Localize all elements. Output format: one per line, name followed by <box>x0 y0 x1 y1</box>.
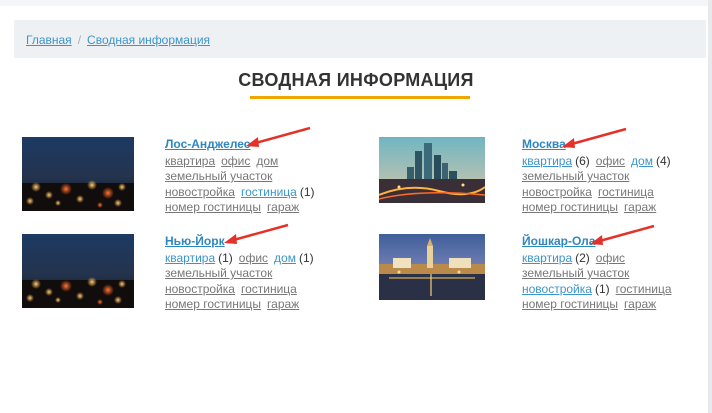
property-row: новостройка гостиница <box>522 185 677 201</box>
property-type-link[interactable]: дом <box>274 251 296 265</box>
arrow-icon <box>590 224 655 245</box>
arrow-icon <box>246 126 311 147</box>
property-type-link[interactable]: гараж <box>624 297 656 311</box>
property-type-link[interactable]: квартира <box>522 251 572 265</box>
property-row: квартира (1) офис дом (1) <box>165 251 320 267</box>
property-type-link[interactable]: офис <box>596 154 625 168</box>
property-type-link[interactable]: номер гостиницы <box>165 200 261 214</box>
property-type-link[interactable]: новостройка <box>165 185 235 199</box>
title-underline <box>250 96 470 99</box>
property-type-link[interactable]: офис <box>221 154 250 168</box>
property-type-link[interactable]: офис <box>239 251 268 265</box>
property-row: земельный участок <box>522 169 677 185</box>
property-type-link[interactable]: гараж <box>624 200 656 214</box>
city-card-moscow: Москва квартира (6) офис дом (4) земельный уч… <box>379 137 679 217</box>
breadcrumb-separator: / <box>77 33 82 47</box>
property-type-link[interactable]: номер гостиницы <box>522 297 618 311</box>
property-row: новостройка (1) гостиница <box>522 282 678 298</box>
city-card-los-angeles: Лос-Анджелес квартира офис дом земельный уч… <box>22 137 322 217</box>
breadcrumb-current-link[interactable]: Сводная информация <box>87 33 210 47</box>
property-type-link[interactable]: новостройка <box>165 282 235 296</box>
property-type-link[interactable]: гостиница <box>616 282 672 296</box>
property-row: земельный участок <box>165 266 320 282</box>
property-type-link[interactable]: гостиница <box>241 185 297 199</box>
breadcrumb: Главная / Сводная информация <box>14 20 706 58</box>
listing-count: (1) <box>299 184 315 199</box>
listing-count: (1) <box>298 250 314 265</box>
page-title: СВОДНАЯ ИНФОРМАЦИЯ <box>238 70 474 90</box>
property-type-link[interactable]: гостиница <box>241 282 297 296</box>
property-type-link[interactable]: земельный участок <box>522 266 629 280</box>
listing-count: (2) <box>575 250 590 265</box>
property-type-link[interactable]: номер гостиницы <box>522 200 618 214</box>
property-type-link[interactable]: земельный участок <box>522 169 629 183</box>
city-image[interactable] <box>22 137 134 211</box>
property-type-link[interactable]: земельный участок <box>165 266 272 280</box>
property-row: квартира (6) офис дом (4) <box>522 154 677 170</box>
city-image[interactable] <box>379 234 485 300</box>
property-type-link[interactable]: дом <box>631 154 653 168</box>
property-type-link[interactable]: квартира <box>522 154 572 168</box>
property-type-link[interactable]: номер гостиницы <box>165 297 261 311</box>
property-row: номер гостиницы гараж <box>165 200 321 216</box>
property-type-link[interactable]: новостройка <box>522 185 592 199</box>
property-type-link[interactable]: гостиница <box>598 185 654 199</box>
property-type-link[interactable]: офис <box>596 251 625 265</box>
listing-count: (6) <box>575 153 590 168</box>
property-row: земельный участок <box>522 266 678 282</box>
property-type-link[interactable]: квартира <box>165 251 215 265</box>
property-type-link[interactable]: земельный участок <box>165 169 272 183</box>
property-type-link[interactable]: дом <box>256 154 278 168</box>
city-image[interactable] <box>22 234 134 308</box>
listing-count: (4) <box>655 153 671 168</box>
arrow-icon <box>562 127 627 148</box>
city-name-link[interactable]: Йошкар-Ола <box>522 234 595 250</box>
scrollbar-track[interactable] <box>708 0 712 413</box>
property-row: квартира (2) офис <box>522 251 678 267</box>
top-strip <box>0 0 712 6</box>
property-row: новостройка гостиница (1) <box>165 185 321 201</box>
city-image[interactable] <box>379 137 485 203</box>
listing-count: (1) <box>218 250 233 265</box>
city-name-link[interactable]: Лос-Анджелес <box>165 137 250 153</box>
city-name-link[interactable]: Нью-Йорк <box>165 234 225 250</box>
listing-count: (1) <box>594 281 610 296</box>
property-row: номер гостиницы гараж <box>165 297 320 313</box>
property-row: номер гостиницы гараж <box>522 297 678 313</box>
property-row: номер гостиницы гараж <box>522 200 677 216</box>
property-type-link[interactable]: новостройка <box>522 282 592 296</box>
breadcrumb-home-link[interactable]: Главная <box>26 33 72 47</box>
property-row: квартира офис дом <box>165 154 321 170</box>
property-type-link[interactable]: гараж <box>267 297 299 311</box>
property-type-link[interactable]: квартира <box>165 154 215 168</box>
city-card-new-york: Нью-Йорк квартира (1) офис дом (1) земельный … <box>22 234 322 314</box>
property-type-link[interactable]: гараж <box>267 200 299 214</box>
property-row: новостройка гостиница <box>165 282 320 298</box>
property-row: земельный участок <box>165 169 321 185</box>
arrow-icon <box>224 223 289 244</box>
